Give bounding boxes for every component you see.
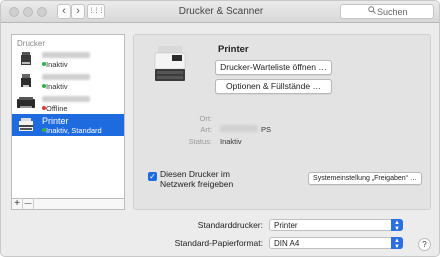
printer-list[interactable]: Drucker Inaktiv Inaktiv Offline Printer … [11, 34, 125, 199]
updown-chevron-icon: ▲ ▼ [391, 219, 403, 232]
share-printer-checkbox[interactable]: ✓ [148, 172, 157, 181]
printer-list-item[interactable]: Offline [12, 92, 124, 114]
title-bar: ‹ › ⋮⋮⋮ Drucker & Scanner [1, 1, 439, 23]
printer-name-redacted [42, 52, 90, 58]
checkmark-icon: ✓ [149, 172, 156, 181]
default-printer-value: Printer [274, 221, 298, 230]
kind-label: Art: [200, 125, 212, 134]
printer-icon [21, 52, 31, 65]
printer-icon [17, 97, 35, 108]
printer-list-item[interactable]: Inaktiv [12, 48, 124, 70]
printer-status: Inaktiv [46, 82, 68, 91]
selected-printer-name: Printer [218, 44, 249, 55]
status-label: Status: [188, 137, 212, 146]
printer-list-item-selected[interactable]: Printer Inaktiv, Standard [12, 114, 124, 136]
printer-status: Inaktiv [46, 60, 68, 69]
search-field[interactable] [340, 4, 434, 19]
printer-list-item[interactable]: Inaktiv [12, 70, 124, 92]
help-button[interactable]: ? [418, 238, 431, 251]
search-icon [368, 6, 376, 16]
printer-icon [21, 74, 31, 87]
kind-value-redacted [220, 125, 258, 132]
updown-chevron-icon: ▲ ▼ [391, 237, 403, 250]
printer-icon [19, 118, 33, 131]
default-paper-label: Standard-Papierformat: [174, 238, 263, 248]
printer-list-toolbar: + — [11, 199, 125, 210]
printer-detail-panel: Printer Drucker-Warteliste öffnen … Opti… [133, 34, 431, 210]
sharing-preferences-button[interactable]: Systemeinstellung „Freigaben“ … [308, 172, 422, 185]
default-paper-value: DIN A4 [274, 239, 300, 248]
remove-printer-button[interactable]: — [23, 199, 34, 209]
printer-name-redacted [42, 74, 90, 80]
open-print-queue-button[interactable]: Drucker-Warteliste öffnen … [215, 60, 332, 75]
options-supplies-button[interactable]: Optionen & Füllstände … [215, 79, 332, 94]
printer-status: Offline [46, 104, 68, 113]
default-printer-label: Standarddrucker: [197, 220, 263, 230]
printer-status: Inaktiv, Standard [46, 126, 102, 135]
printer-large-icon [154, 46, 186, 81]
printer-list-header: Drucker [17, 39, 46, 48]
printers-window: ‹ › ⋮⋮⋮ Drucker & Scanner Drucker Inakti… [0, 0, 440, 257]
default-paper-select[interactable]: DIN A4 ▲ ▼ [269, 237, 403, 250]
printer-name: Printer [42, 116, 69, 126]
default-printer-select[interactable]: Printer ▲ ▼ [269, 219, 403, 232]
share-printer-label: Diesen Drucker im Netzwerk freigeben [160, 169, 234, 189]
add-printer-button[interactable]: + [12, 199, 23, 209]
printer-name-redacted [42, 96, 90, 102]
kind-value-suffix: PS [261, 125, 272, 134]
status-value: Inaktiv [220, 137, 242, 146]
location-label: Ort: [199, 114, 213, 123]
search-input[interactable] [377, 6, 431, 17]
